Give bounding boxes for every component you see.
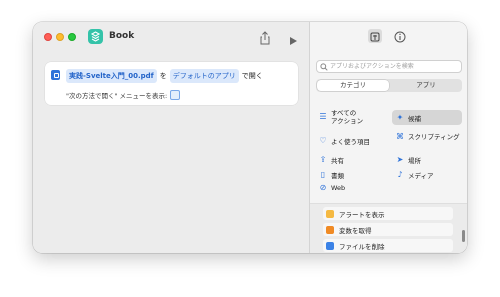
document-icon: ▯ xyxy=(320,170,326,179)
category-label: すべての アクション xyxy=(331,109,364,125)
category-media[interactable]: ♪ メディア xyxy=(396,170,434,181)
category-share[interactable]: ⇪ 共有 xyxy=(319,155,344,166)
sparkle-icon: ✦ xyxy=(396,112,404,122)
search-input[interactable] xyxy=(330,61,460,72)
library-icon xyxy=(370,32,380,42)
connector-text: を xyxy=(159,72,167,80)
music-icon: ♪ xyxy=(397,170,403,179)
close-window-button[interactable] xyxy=(44,33,52,41)
category-scripting[interactable]: ⌘ スクリプティング xyxy=(396,132,464,142)
category-label: 共有 xyxy=(331,157,344,165)
open-file-action[interactable]: 実践-Svelte入門_00.pdf を デフォルトのアプリ で開く "次の方法… xyxy=(45,62,298,105)
category-documents[interactable]: ▯ 書類 xyxy=(319,170,344,181)
segment-category[interactable]: カテゴリ xyxy=(317,80,389,91)
compass-icon: ⊘ xyxy=(319,183,327,192)
file-action-icon xyxy=(51,70,60,80)
suggested-actions-list: アラートを表示 変数を取得 ファイルを削除 xyxy=(310,203,467,253)
action-label: アラートを表示 xyxy=(339,210,385,219)
action-show-alert[interactable]: アラートを表示 xyxy=(323,207,453,220)
category-label: 候補 xyxy=(408,114,421,123)
play-icon xyxy=(290,37,297,45)
category-suggestions[interactable]: ✦ 候補 xyxy=(392,110,462,125)
action-label: 変数を取得 xyxy=(339,226,372,235)
action-search-field[interactable] xyxy=(316,60,462,73)
zoom-window-button[interactable] xyxy=(68,33,76,41)
shortcut-icon[interactable] xyxy=(88,29,103,44)
category-label: よく使う項目 xyxy=(331,138,370,146)
info-icon xyxy=(394,31,406,43)
heart-icon: ♡ xyxy=(319,136,327,145)
verb-text: で開く xyxy=(241,72,263,80)
file-token[interactable]: 実践-Svelte入門_00.pdf xyxy=(66,69,157,83)
alert-icon xyxy=(326,209,334,218)
category-favorites[interactable]: ♡ よく使う項目 xyxy=(319,136,370,147)
category-label: Web xyxy=(331,184,346,192)
show-menu-toggle[interactable] xyxy=(170,90,181,100)
location-icon: ➤ xyxy=(396,155,404,164)
run-button[interactable] xyxy=(288,31,302,45)
minimize-window-button[interactable] xyxy=(56,33,64,41)
action-delete-file[interactable]: ファイルを削除 xyxy=(323,239,453,252)
category-all-actions[interactable]: ☰ すべての アクション xyxy=(319,109,363,125)
segment-apps[interactable]: アプリ xyxy=(390,79,462,92)
category-label: 書類 xyxy=(331,172,344,180)
action-library-pane: カテゴリ アプリ ☰ すべての アクション ♡ よく使う項目 ⇪ 共有 ▯ 書類… xyxy=(309,22,467,253)
share-icon xyxy=(260,31,270,45)
category-label: スクリプティング xyxy=(408,133,460,141)
scripting-icon: ⌘ xyxy=(396,132,404,141)
library-scrollbar[interactable] xyxy=(462,230,465,242)
category-location[interactable]: ➤ 場所 xyxy=(396,155,421,166)
app-token[interactable]: デフォルトのアプリ xyxy=(169,69,239,83)
details-tab-button[interactable] xyxy=(393,29,407,43)
layers-icon xyxy=(90,31,101,42)
action-label: ファイルを削除 xyxy=(339,242,385,251)
share-button[interactable] xyxy=(259,30,273,45)
list-icon: ☰ xyxy=(319,112,327,121)
library-tab-button[interactable] xyxy=(368,29,382,43)
editor-pane: Book 実践-Svelte入門_00.pdf を デフォルトのアプリ で開く … xyxy=(33,22,309,253)
category-label: 場所 xyxy=(408,157,421,165)
variable-icon xyxy=(326,225,334,234)
window-title: Book xyxy=(109,31,135,41)
category-label: メディア xyxy=(408,172,434,180)
trash-icon xyxy=(326,241,334,250)
action-get-variable[interactable]: 変数を取得 xyxy=(323,223,453,236)
share-icon: ⇪ xyxy=(319,155,327,164)
category-app-switch: カテゴリ アプリ xyxy=(316,79,462,92)
shortcuts-window: Book 実践-Svelte入門_00.pdf を デフォルトのアプリ で開く … xyxy=(33,22,467,253)
category-web[interactable]: ⊘ Web xyxy=(319,183,346,193)
option-label: "次の方法で開く" メニューを表示: xyxy=(66,92,168,100)
search-icon xyxy=(320,63,328,71)
